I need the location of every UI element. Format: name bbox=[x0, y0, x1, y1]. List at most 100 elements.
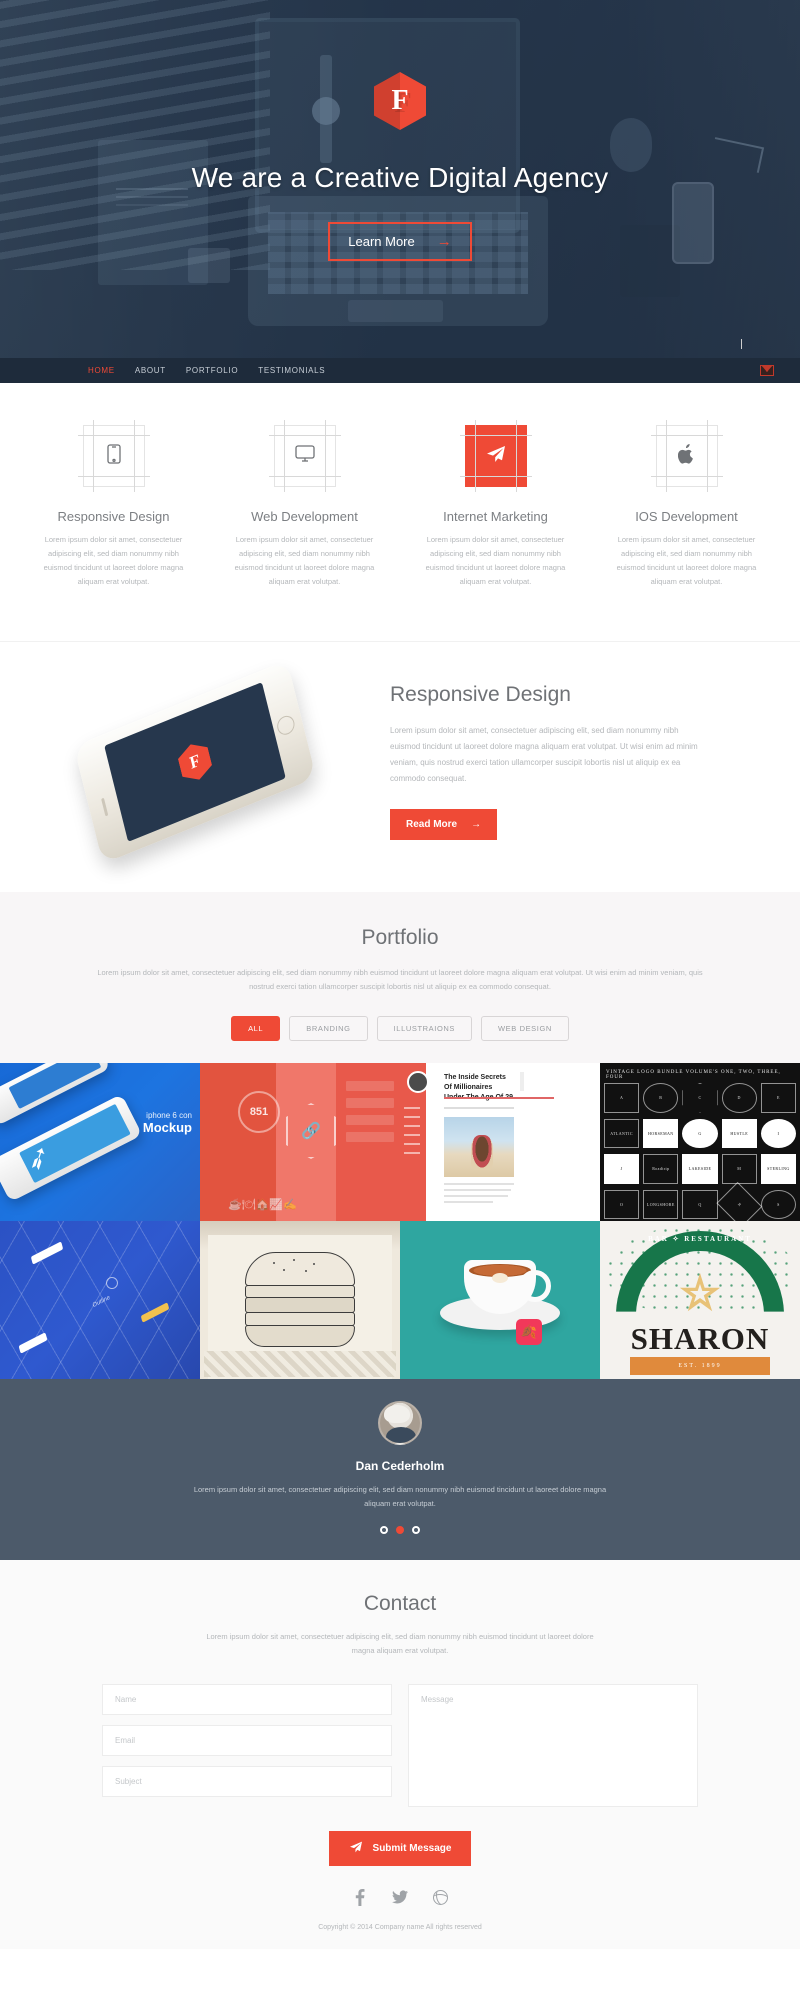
testimonial-pagination bbox=[0, 1525, 800, 1534]
apple-icon bbox=[677, 443, 695, 469]
testimonial-dot-1[interactable] bbox=[380, 1525, 388, 1534]
leaf-badge-icon: 🍂 bbox=[516, 1319, 542, 1345]
service-icon-box bbox=[650, 420, 723, 492]
testimonial-dot-3[interactable] bbox=[412, 1525, 420, 1534]
trackpad-decoration bbox=[348, 300, 443, 322]
portfolio-item-coral-app-ui[interactable]: 851 🔗 ☕🍽🏠📈✍ bbox=[200, 1063, 400, 1221]
service-title: Responsive Design bbox=[57, 509, 170, 524]
portfolio-text: Lorem ipsum dolor sit amet, consectetuer… bbox=[97, 967, 703, 991]
service-card-internet-marketing[interactable]: Internet Marketing Lorem ipsum dolor sit… bbox=[400, 420, 591, 589]
section-text: Lorem ipsum dolor sit amet, consectetuer… bbox=[390, 726, 698, 783]
caption-small: iphone 6 con bbox=[146, 1111, 192, 1120]
mail-icon[interactable] bbox=[760, 365, 774, 376]
nav-item-home[interactable]: HOME bbox=[88, 366, 115, 375]
logo-grid: ABCDE ATLANTIC HORSEMAN G HUSTLE I J Roadtrip… bbox=[604, 1083, 796, 1221]
testimonial-dot-2[interactable] bbox=[396, 1525, 404, 1534]
testimonial-text: Lorem ipsum dolor sit amet, consectetuer… bbox=[193, 1485, 607, 1509]
service-title: Web Development bbox=[251, 509, 358, 524]
hero-content: F We are a Creative Digital Agency Learn… bbox=[0, 0, 800, 261]
learn-more-button[interactable]: Learn More → bbox=[328, 222, 472, 261]
portfolio-item-coffee-cup-teal[interactable]: 🍂 bbox=[400, 1221, 600, 1379]
phone-mockup-container: F bbox=[0, 659, 390, 864]
contact-text: Lorem ipsum dolor sit amet, consectetuer… bbox=[206, 1631, 594, 1655]
portfolio-item-iphone-twitter-mockup[interactable]: ➶ iphone 6 con Mockup bbox=[0, 1063, 200, 1221]
twitter-icon[interactable] bbox=[391, 1888, 409, 1906]
filter-all[interactable]: ALL bbox=[231, 1016, 281, 1041]
contact-section: Contact Lorem ipsum dolor sit amet, cons… bbox=[0, 1559, 800, 1866]
portfolio-grid: ➶ iphone 6 con Mockup 851 🔗 ☕🍽🏠📈✍ The In… bbox=[0, 1063, 800, 1379]
hero-section: F We are a Creative Digital Agency Learn… bbox=[0, 0, 800, 358]
service-text: Lorem ipsum dolor sit amet, consectetuer… bbox=[234, 535, 375, 586]
iphone-mockup: F bbox=[73, 659, 317, 864]
read-more-label: Read More bbox=[406, 819, 458, 830]
author-avatar bbox=[407, 1071, 429, 1093]
desktop-monitor-icon bbox=[294, 445, 315, 467]
bundle-header: VINTAGE LOGO BUNDLE VOLUME'S ONE, TWO, T… bbox=[606, 1070, 781, 1080]
submit-message-button[interactable]: Submit Message bbox=[328, 1831, 472, 1866]
learn-more-label: Learn More bbox=[348, 234, 415, 249]
article-photo bbox=[444, 1117, 514, 1177]
hexagon-logo-icon: F bbox=[374, 72, 426, 130]
mobile-phone-icon bbox=[106, 443, 121, 469]
brand-name: SHARON bbox=[630, 1321, 770, 1356]
contact-form-left-column bbox=[102, 1684, 392, 1807]
service-icon-box bbox=[459, 420, 532, 492]
dribbble-icon[interactable] bbox=[431, 1888, 449, 1906]
filter-illustraions[interactable]: ILLUSTRAIONS bbox=[376, 1016, 472, 1041]
contact-form-right-column bbox=[408, 1684, 698, 1807]
contact-form bbox=[0, 1684, 800, 1807]
filter-branding[interactable]: BRANDING bbox=[289, 1016, 368, 1041]
service-title: IOS Development bbox=[635, 509, 738, 524]
arrow-right-icon: → bbox=[471, 819, 482, 830]
responsive-design-copy: Responsive Design Lorem ipsum dolor sit … bbox=[390, 683, 720, 840]
portfolio-filter-group: ALL BRANDING ILLUSTRAIONS WEB DESIGN bbox=[0, 1016, 800, 1041]
read-more-button[interactable]: Read More → bbox=[390, 809, 498, 840]
service-title: Internet Marketing bbox=[443, 509, 548, 524]
portfolio-item-caption: iphone 6 con Mockup bbox=[143, 1111, 192, 1135]
portfolio-item-sharon-bar-restaurant[interactable]: BAR ✧ RESTAURANT SHARON EST. 1899 bbox=[600, 1221, 800, 1379]
portfolio-item-burger-sketch[interactable] bbox=[200, 1221, 400, 1379]
service-card-ios-development[interactable]: IOS Development Lorem ipsum dolor sit am… bbox=[591, 420, 782, 589]
nav-item-about[interactable]: ABOUT bbox=[135, 366, 166, 375]
logo-letter: F bbox=[391, 85, 409, 116]
service-text: Lorem ipsum dolor sit amet, consectetuer… bbox=[43, 535, 184, 586]
testimonial-author-name: Dan Cederholm bbox=[355, 1459, 445, 1473]
paper-plane-icon bbox=[349, 1841, 363, 1856]
social-links bbox=[0, 1888, 800, 1906]
portfolio-item-vintage-logo-bundle[interactable]: VINTAGE LOGO BUNDLE VOLUME'S ONE, TWO, T… bbox=[600, 1063, 800, 1221]
facebook-icon[interactable] bbox=[351, 1888, 369, 1906]
hexagon-logo-icon: F bbox=[176, 738, 214, 785]
testimonial-section: Dan Cederholm Lorem ipsum dolor sit amet… bbox=[0, 1379, 800, 1560]
subject-field[interactable] bbox=[102, 1766, 392, 1797]
stray-mark-decoration bbox=[741, 339, 742, 349]
portfolio-item-blueprint-isometric[interactable]: Outline bbox=[0, 1221, 200, 1379]
service-icon-box bbox=[77, 420, 150, 492]
name-field[interactable] bbox=[102, 1684, 392, 1715]
message-field[interactable] bbox=[408, 1684, 698, 1807]
nav-item-testimonials[interactable]: TESTIMONIALS bbox=[258, 366, 325, 375]
nav-list: HOME ABOUT PORTFOLIO TESTIMONIALS bbox=[88, 366, 325, 375]
nav-item-portfolio[interactable]: PORTFOLIO bbox=[186, 366, 238, 375]
filter-web-design[interactable]: WEB DESIGN bbox=[481, 1016, 569, 1041]
paper-plane-icon bbox=[486, 445, 506, 468]
service-card-web-development[interactable]: Web Development Lorem ipsum dolor sit am… bbox=[209, 420, 400, 589]
ribbon-text: EST. 1899 bbox=[630, 1357, 770, 1375]
services-section: Responsive Design Lorem ipsum dolor sit … bbox=[0, 339, 800, 641]
arc-text: BAR ✧ RESTAURANT bbox=[648, 1235, 752, 1243]
portfolio-item-blog-article-preview[interactable]: The Inside Secrets Of Millionaires Under… bbox=[400, 1063, 600, 1221]
responsive-design-section: F Responsive Design Lorem ipsum dolor si… bbox=[0, 640, 800, 892]
main-navbar[interactable]: HOME ABOUT PORTFOLIO TESTIMONIALS bbox=[0, 358, 800, 383]
icon-row: ☕🍽🏠📈✍ bbox=[228, 1199, 297, 1211]
service-text: Lorem ipsum dolor sit amet, consectetuer… bbox=[425, 535, 566, 586]
hero-title: We are a Creative Digital Agency bbox=[191, 162, 609, 193]
avatar bbox=[378, 1401, 422, 1445]
footer: Copyright © 2014 Company name All rights… bbox=[0, 1866, 800, 1949]
service-card-responsive-design[interactable]: Responsive Design Lorem ipsum dolor sit … bbox=[18, 420, 209, 589]
email-field[interactable] bbox=[102, 1725, 392, 1756]
service-icon-box bbox=[268, 420, 341, 492]
submit-label: Submit Message bbox=[372, 1843, 452, 1854]
service-text: Lorem ipsum dolor sit amet, consectetuer… bbox=[616, 535, 757, 586]
arrow-right-icon: → bbox=[436, 233, 452, 250]
portfolio-title: Portfolio bbox=[361, 925, 439, 949]
section-title: Responsive Design bbox=[390, 683, 571, 706]
